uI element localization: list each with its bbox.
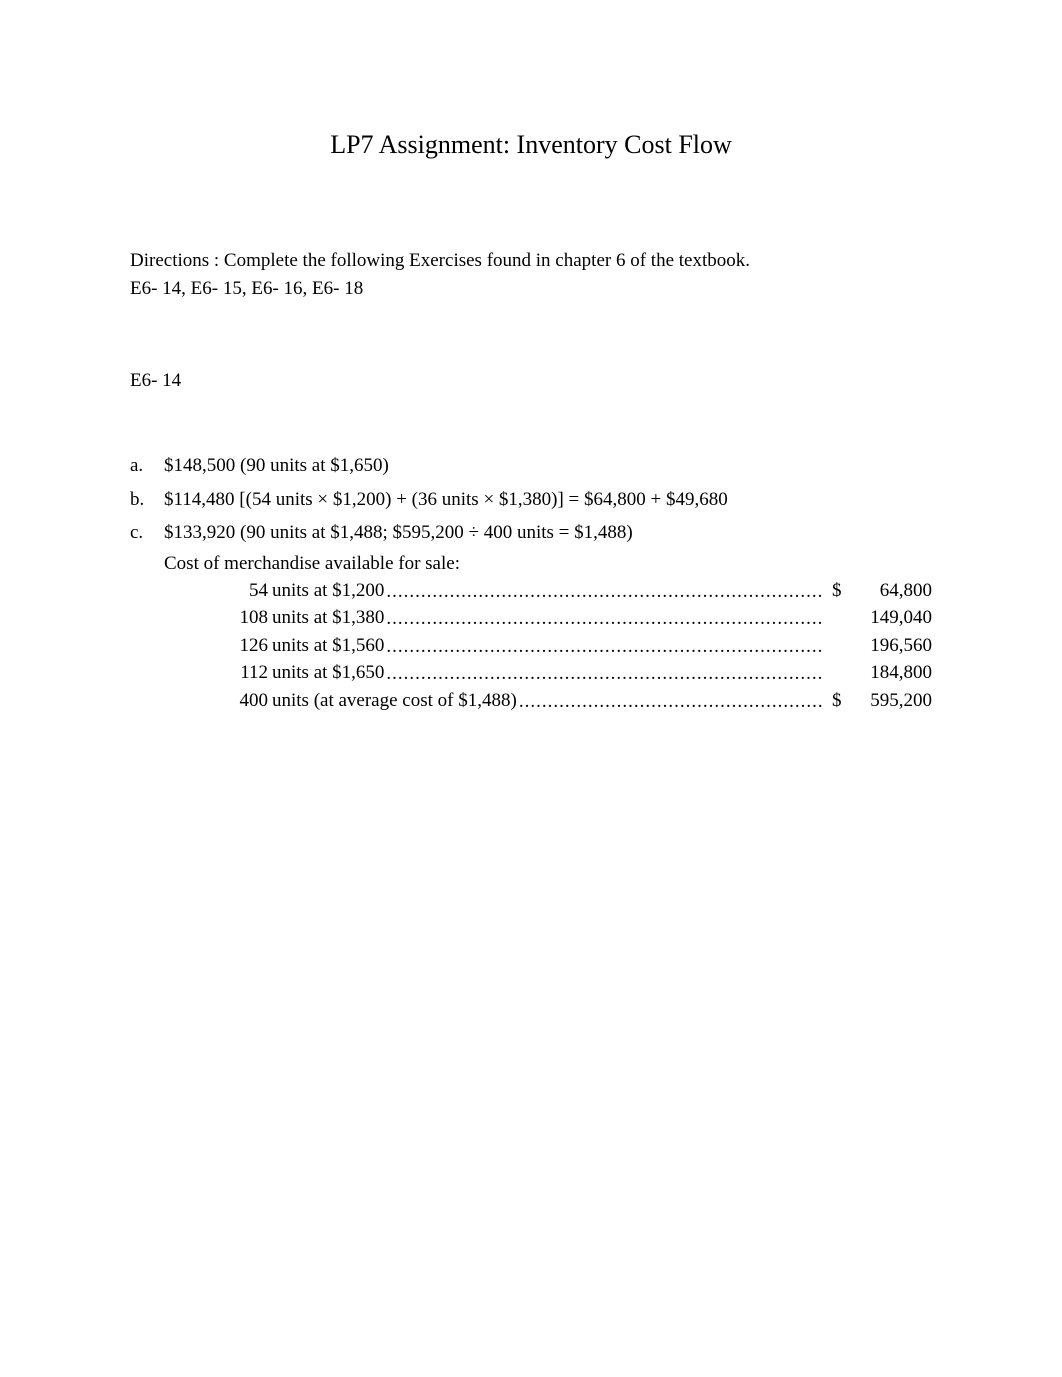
answer-a: a. $148,500 (90 units at $1,650) xyxy=(130,452,932,480)
cost-line-amount: 149,040 xyxy=(822,604,932,632)
cost-line-qty: 400 xyxy=(226,687,272,715)
exercise-refs: E6- 14, E6- 15, E6- 16, E6- 18 xyxy=(130,278,932,300)
page-title: LP7 Assignment: Inventory Cost Flow xyxy=(130,130,932,160)
cost-line: 54 units at $1,200 .....................… xyxy=(226,577,932,605)
cost-line-qty: 112 xyxy=(226,659,272,687)
cost-line-amount: $64,800 xyxy=(822,577,932,605)
leader-dots: ........................................… xyxy=(384,633,822,661)
cost-subhead: Cost of merchandise available for sale: xyxy=(164,553,932,575)
cost-line-qty: 54 xyxy=(226,577,272,605)
cost-line-label: units at $1,380 xyxy=(272,604,384,632)
directions-text: Directions : Complete the following Exer… xyxy=(130,250,932,272)
cost-line-qty: 126 xyxy=(226,632,272,660)
answer-b: b. $114,480 [(54 units × $1,200) + (36 u… xyxy=(130,486,932,514)
answer-b-text: $114,480 [(54 units × $1,200) + (36 unit… xyxy=(164,486,932,514)
cost-line-amount: 184,800 xyxy=(822,659,932,687)
answer-c-text: $133,920 (90 units at $1,488; $595,200 ÷… xyxy=(164,519,932,547)
leader-dots: ........................................… xyxy=(384,660,822,688)
leader-dots: ........................................… xyxy=(517,688,822,716)
section-label: E6- 14 xyxy=(130,370,932,392)
answer-a-marker: a. xyxy=(130,452,164,480)
cost-line: 126 units at $1,560 ....................… xyxy=(226,632,932,660)
cost-line: 112 units at $1,650 ....................… xyxy=(226,659,932,687)
leader-dots: ........................................… xyxy=(384,605,822,633)
answer-b-marker: b. xyxy=(130,486,164,514)
cost-line: 400 units (at average cost of $1,488) ..… xyxy=(226,687,932,715)
cost-line-label: units at $1,560 xyxy=(272,632,384,660)
cost-line-label: units (at average cost of $1,488) xyxy=(272,687,517,715)
answer-a-text: $148,500 (90 units at $1,650) xyxy=(164,452,932,480)
leader-dots: ........................................… xyxy=(384,578,822,606)
cost-line-label: units at $1,200 xyxy=(272,577,384,605)
answer-c-marker: c. xyxy=(130,519,164,547)
cost-line: 108 units at $1,380 ....................… xyxy=(226,604,932,632)
answer-c: c. $133,920 (90 units at $1,488; $595,20… xyxy=(130,519,932,547)
cost-line-amount: 196,560 xyxy=(822,632,932,660)
cost-line-qty: 108 xyxy=(226,604,272,632)
cost-line-label: units at $1,650 xyxy=(272,659,384,687)
cost-line-amount: $595,200 xyxy=(822,687,932,715)
